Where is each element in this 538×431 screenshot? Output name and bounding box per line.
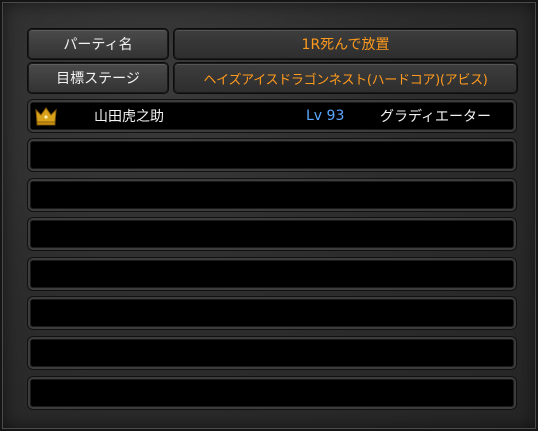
member-slot-4[interactable] bbox=[28, 218, 516, 250]
member-slot-6[interactable] bbox=[28, 297, 516, 329]
member-class: グラディエーター bbox=[380, 109, 492, 125]
member-slot-7[interactable] bbox=[28, 337, 516, 369]
member-slot-2[interactable] bbox=[28, 139, 516, 171]
party-info-panel: パーティ名 1R死んで放置 目標ステージ ヘイズアイスドラゴンネスト(ハードコア… bbox=[0, 0, 538, 431]
member-name: 山田虎之助 bbox=[94, 109, 164, 125]
target-stage-label: 目標ステージ bbox=[28, 63, 168, 93]
member-slot-3[interactable] bbox=[28, 179, 516, 211]
crown-icon bbox=[35, 107, 57, 126]
target-stage-value[interactable]: ヘイズアイスドラゴンネスト(ハードコア)(アビス) bbox=[174, 63, 517, 93]
member-slot-1[interactable]: 山田虎之助 Lv 93 グラディエーター bbox=[28, 100, 516, 132]
party-name-label: パーティ名 bbox=[28, 29, 168, 59]
party-name-value[interactable]: 1R死んで放置 bbox=[174, 29, 517, 59]
member-slot-8[interactable] bbox=[28, 377, 516, 409]
member-slot-5[interactable] bbox=[28, 258, 516, 290]
member-level: Lv 93 bbox=[306, 108, 345, 124]
